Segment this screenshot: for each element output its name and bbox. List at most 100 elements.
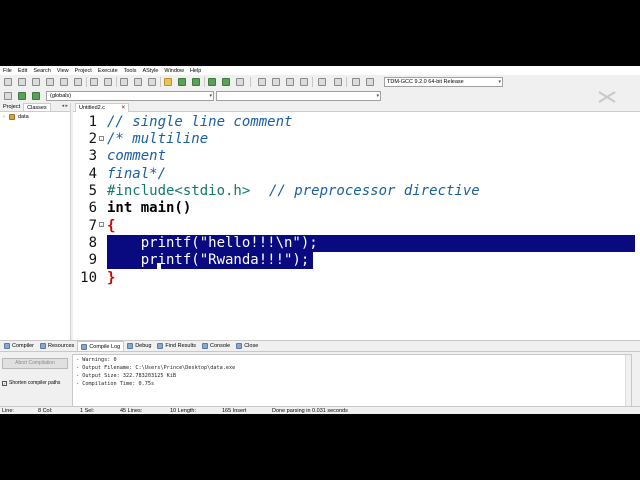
indent-icon[interactable]: [178, 78, 186, 86]
tree-item-data[interactable]: › data: [0, 112, 70, 121]
compile-icon[interactable]: [258, 78, 266, 86]
insert-icon[interactable]: [4, 92, 12, 100]
menu-file[interactable]: File: [0, 68, 15, 74]
syntax-check-icon[interactable]: [318, 78, 326, 86]
status-line: Line:: [2, 408, 14, 414]
tab-label: Debug: [135, 343, 152, 349]
tab-classes[interactable]: Classes: [23, 103, 51, 111]
checkmark-icon: ✓: [2, 380, 7, 386]
tab-resources[interactable]: Resources: [37, 341, 77, 351]
menu-help[interactable]: Help: [187, 68, 204, 74]
line-number: 10: [80, 270, 97, 286]
log-line: - Compilation Time: 0.75s: [76, 381, 155, 387]
goto-line-icon[interactable]: [164, 78, 172, 86]
tab-label: Resources: [48, 343, 75, 349]
compile-log-output[interactable]: - Warnings: 0 - Output Filename: C:\Users…: [72, 354, 632, 407]
tab-compile-log[interactable]: Compile Log: [77, 341, 125, 351]
close-file-icon[interactable]: [60, 78, 68, 86]
mouse-cursor: [157, 263, 161, 269]
tab-label: Close: [244, 343, 259, 349]
menu-project[interactable]: Project: [72, 68, 95, 74]
chevron-down-icon: ▾: [498, 79, 501, 85]
line-number: 8: [88, 235, 97, 251]
main-toolbar: TDM-GCC 9.2.0 64-bit Release ▾: [0, 75, 640, 89]
line-number: 9: [88, 252, 97, 268]
replace-icon[interactable]: [134, 78, 142, 86]
tab-label: Find Results: [165, 343, 196, 349]
print-icon[interactable]: [74, 78, 82, 86]
redo-icon[interactable]: [104, 78, 112, 86]
find-results-icon: [157, 343, 164, 349]
tab-label: Compiler: [12, 343, 35, 349]
editor-tab-untitled2[interactable]: Untitled2.c ×: [75, 103, 129, 112]
shorten-paths-checkbox[interactable]: ✓ Shorten compiler paths: [2, 380, 60, 386]
code-comment: // preprocessor directive: [269, 183, 480, 199]
unindent-icon[interactable]: [192, 78, 200, 86]
goto-bookmark-icon[interactable]: [32, 92, 40, 100]
tab-compiler[interactable]: Compiler: [1, 341, 37, 351]
fold-minus-icon[interactable]: -: [99, 222, 104, 227]
menu-window[interactable]: Window: [161, 68, 187, 74]
status-col: 8 Col:: [38, 408, 53, 414]
compiler-select-value: TDM-GCC 9.2.0 64-bit Release: [387, 79, 464, 85]
save-all-icon[interactable]: [46, 78, 54, 86]
find-next-icon[interactable]: [148, 78, 156, 86]
tree-item-label: data: [18, 113, 29, 120]
compile-run-icon[interactable]: [286, 78, 294, 86]
close-panel-icon: [236, 343, 243, 349]
line-number: 6: [88, 200, 97, 216]
tab-label: Console: [210, 343, 231, 349]
abort-compilation-button[interactable]: Abort Compilation: [2, 358, 68, 369]
rebuild-all-icon[interactable]: [300, 78, 308, 86]
line-number: 3: [88, 148, 97, 164]
stop-execution-icon[interactable]: [334, 78, 342, 86]
find-icon[interactable]: [120, 78, 128, 86]
tab-close[interactable]: Close: [233, 341, 261, 351]
delete-profile-icon[interactable]: [366, 78, 374, 86]
chevron-down-icon: ▾: [376, 93, 379, 99]
log-line: - Output Filename: C:\Users\Prince\Deskt…: [76, 365, 236, 371]
code-line: }: [107, 270, 116, 286]
status-lines: 45 Lines:: [120, 408, 143, 414]
status-bar: Line: 8 Col: 1 Sel: 45 Lines: 10 Length:…: [0, 406, 640, 414]
new-project-icon[interactable]: [208, 78, 216, 86]
line-number: 4: [88, 166, 97, 182]
undo-icon[interactable]: [90, 78, 98, 86]
menu-astyle[interactable]: AStyle: [139, 68, 161, 74]
fold-minus-icon[interactable]: -: [99, 136, 104, 141]
add-to-project-icon[interactable]: [222, 78, 230, 86]
tab-scroll-arrows-icon[interactable]: ◂ ▸: [62, 103, 70, 111]
run-icon[interactable]: [272, 78, 280, 86]
menu-search[interactable]: Search: [30, 68, 53, 74]
remove-from-project-icon[interactable]: [236, 78, 244, 86]
menu-tools[interactable]: Tools: [121, 68, 140, 74]
tab-console[interactable]: Console: [199, 341, 233, 351]
scope-select-value: (globals): [50, 93, 72, 99]
tab-project[interactable]: Project: [0, 103, 23, 111]
log-scrollbar[interactable]: [625, 355, 631, 406]
open-file-icon[interactable]: [18, 78, 26, 86]
tab-debug[interactable]: Debug: [124, 341, 154, 351]
secondary-toolbar: (globals) ▾ ▾: [0, 89, 640, 103]
save-icon[interactable]: [32, 78, 40, 86]
new-file-icon[interactable]: [4, 78, 12, 86]
menu-execute[interactable]: Execute: [95, 68, 121, 74]
close-icon[interactable]: ×: [121, 104, 125, 112]
menu-edit[interactable]: Edit: [15, 68, 30, 74]
compiler-select[interactable]: TDM-GCC 9.2.0 64-bit Release ▾: [384, 77, 503, 87]
code-area[interactable]: // single line comment /* multiline comm…: [107, 114, 640, 340]
code-editor[interactable]: Untitled2.c × 1 2 3 4 5 6 7 8 9 10 - - /…: [73, 103, 640, 340]
menu-view[interactable]: View: [54, 68, 72, 74]
scope-select[interactable]: (globals) ▾: [46, 91, 214, 101]
profile-icon[interactable]: [352, 78, 360, 86]
line-number-gutter: 1 2 3 4 5 6 7 8 9 10 - -: [73, 114, 104, 340]
code-line: // single line comment: [107, 114, 293, 130]
line-number: 2: [88, 131, 97, 147]
status-sel: 1 Sel:: [80, 408, 95, 414]
bottom-panel: Compiler Resources Compile Log Debug Fin…: [0, 340, 640, 407]
resources-icon: [40, 343, 47, 349]
tab-find-results[interactable]: Find Results: [154, 341, 199, 351]
function-select[interactable]: ▾: [216, 91, 381, 101]
compiler-icon: [4, 343, 10, 349]
toggle-bookmark-icon[interactable]: [18, 92, 26, 100]
